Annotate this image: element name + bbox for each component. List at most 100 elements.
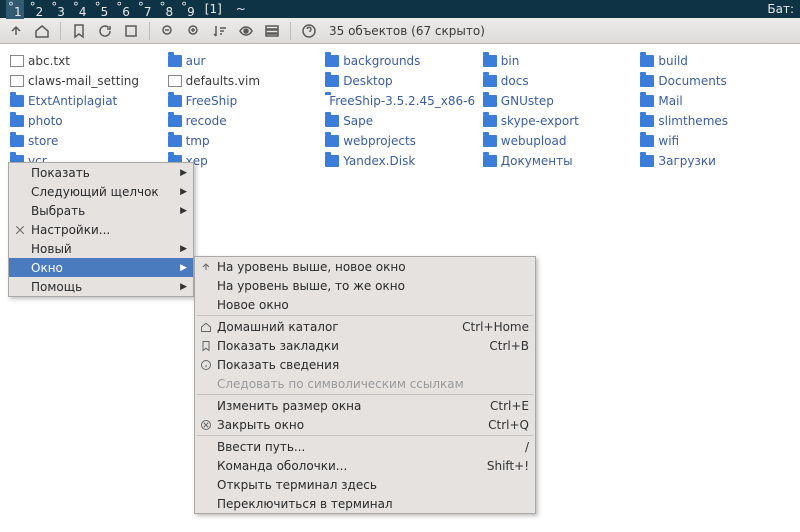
menu-shortcut: Ctrl+B bbox=[489, 339, 529, 353]
menu-item-label: Показать закладки bbox=[217, 339, 339, 353]
file-label: wifi bbox=[658, 134, 679, 148]
menu-item[interactable]: Помощь▶ bbox=[9, 277, 193, 296]
zoom-out-button[interactable] bbox=[158, 21, 178, 41]
file-grid[interactable]: abc.txt aur backgrounds bin build claws-mail_… bbox=[0, 44, 800, 178]
folder-icon bbox=[325, 115, 339, 127]
menu-item-label: Следовать по символическим ссылкам bbox=[217, 377, 464, 391]
reload-button[interactable] bbox=[95, 21, 115, 41]
menu-item[interactable]: Ввести путь.../ bbox=[195, 437, 535, 456]
menu-item[interactable]: Изменить размер окнаCtrl+E bbox=[195, 396, 535, 415]
folder-item[interactable]: store bbox=[10, 132, 160, 150]
menu-item[interactable]: Настройки... bbox=[9, 220, 193, 239]
folder-item[interactable]: aur bbox=[168, 52, 318, 70]
menu-item[interactable]: Показать закладки Ctrl+B bbox=[195, 336, 535, 355]
folder-item[interactable]: Yandex.Disk bbox=[325, 152, 475, 170]
zoom-fit-button[interactable] bbox=[121, 21, 141, 41]
folder-item[interactable]: slimthemes bbox=[640, 112, 790, 130]
folder-icon bbox=[483, 95, 497, 107]
folder-icon bbox=[10, 115, 24, 127]
file-label: store bbox=[28, 134, 58, 148]
submenu-arrow-icon: ▶ bbox=[180, 206, 187, 216]
file-label: Desktop bbox=[343, 74, 393, 88]
folder-icon bbox=[325, 55, 339, 67]
folder-item[interactable]: Desktop bbox=[325, 72, 475, 90]
workspace-5[interactable]: °5 bbox=[93, 0, 111, 19]
workspace-switcher[interactable]: °1°2°3°4°5°6°7°8°9 bbox=[6, 0, 197, 19]
file-item[interactable]: abc.txt bbox=[10, 52, 160, 70]
file-item[interactable]: claws-mail_setting bbox=[10, 72, 160, 90]
workspace-8[interactable]: °8 bbox=[157, 0, 175, 19]
workspace-7[interactable]: °7 bbox=[136, 0, 154, 19]
hidden-toggle-button[interactable] bbox=[236, 21, 256, 41]
menu-item[interactable]: Открыть терминал здесь bbox=[195, 475, 535, 494]
folder-item[interactable]: photo bbox=[10, 112, 160, 130]
folder-item[interactable]: backgrounds bbox=[325, 52, 475, 70]
folder-item[interactable]: Documents bbox=[640, 72, 790, 90]
submenu-arrow-icon: ▶ bbox=[180, 187, 187, 197]
folder-icon bbox=[168, 135, 182, 147]
context-submenu-window[interactable]: На уровень выше, новое окноНа уровень вы… bbox=[194, 256, 536, 514]
folder-item[interactable]: docs bbox=[483, 72, 633, 90]
help-button[interactable] bbox=[299, 21, 319, 41]
folder-item[interactable]: Загрузки bbox=[640, 152, 790, 170]
menu-item[interactable]: Домашний каталогCtrl+Home bbox=[195, 317, 535, 336]
folder-item[interactable]: GNUstep bbox=[483, 92, 633, 110]
workspace-1[interactable]: °1 bbox=[6, 0, 24, 19]
file-label: FreeShip-3.5.2.45_x86-64 bbox=[329, 94, 475, 108]
bookmark-button[interactable] bbox=[69, 21, 89, 41]
menu-item[interactable]: Закрыть окноCtrl+Q bbox=[195, 415, 535, 434]
menu-item[interactable]: На уровень выше, новое окно bbox=[195, 257, 535, 276]
zoom-in-button[interactable] bbox=[184, 21, 204, 41]
folder-icon bbox=[168, 95, 182, 107]
workspace-2[interactable]: °2 bbox=[28, 0, 46, 19]
menu-item[interactable]: Выбрать▶ bbox=[9, 201, 193, 220]
file-label: GNUstep bbox=[501, 94, 554, 108]
file-label: Documents bbox=[658, 74, 726, 88]
menu-item[interactable]: Новый▶ bbox=[9, 239, 193, 258]
menu-item-label: Изменить размер окна bbox=[217, 399, 361, 413]
menu-item-label: Показать bbox=[31, 166, 90, 180]
folder-item[interactable]: wifi bbox=[640, 132, 790, 150]
folder-icon bbox=[640, 115, 654, 127]
menu-item-label: Ввести путь... bbox=[217, 440, 305, 454]
menu-separator bbox=[197, 435, 533, 436]
workspace-4[interactable]: °4 bbox=[71, 0, 89, 19]
menu-item[interactable]: На уровень выше, то же окно bbox=[195, 276, 535, 295]
folder-item[interactable]: webprojects bbox=[325, 132, 475, 150]
file-label: Документы bbox=[501, 154, 573, 168]
workspace-9[interactable]: °9 bbox=[179, 0, 197, 19]
folder-item[interactable]: build bbox=[640, 52, 790, 70]
file-label: docs bbox=[501, 74, 529, 88]
menu-item[interactable]: Показать▶ bbox=[9, 163, 193, 182]
folder-item[interactable]: webupload bbox=[483, 132, 633, 150]
folder-item[interactable]: bin bbox=[483, 52, 633, 70]
menu-item[interactable]: Окно▶ bbox=[9, 258, 193, 277]
folder-item[interactable]: EtxtAntiplagiat bbox=[10, 92, 160, 110]
folder-item[interactable]: Sape bbox=[325, 112, 475, 130]
sort-button[interactable] bbox=[210, 21, 230, 41]
folder-item[interactable]: Mail bbox=[640, 92, 790, 110]
file-item[interactable]: defaults.vim bbox=[168, 72, 318, 90]
menu-item[interactable]: Переключиться в терминал bbox=[195, 494, 535, 513]
folder-item[interactable]: recode bbox=[168, 112, 318, 130]
menu-item[interactable]: Команда оболочки...Shift+! bbox=[195, 456, 535, 475]
folder-item[interactable]: skype-export bbox=[483, 112, 633, 130]
context-menu[interactable]: Показать▶Следующий щелчок▶Выбрать▶Настро… bbox=[8, 162, 194, 297]
file-label: recode bbox=[186, 114, 227, 128]
file-icon bbox=[10, 75, 24, 87]
select-button[interactable] bbox=[262, 21, 282, 41]
up-button[interactable] bbox=[6, 21, 26, 41]
menu-item[interactable]: Новое окно bbox=[195, 295, 535, 314]
submenu-arrow-icon: ▶ bbox=[180, 282, 187, 292]
workspace-3[interactable]: °3 bbox=[49, 0, 67, 19]
folder-item[interactable]: Документы bbox=[483, 152, 633, 170]
home-button[interactable] bbox=[32, 21, 52, 41]
folder-item[interactable]: FreeShip-3.5.2.45_x86-64 bbox=[325, 92, 475, 110]
menu-item[interactable]: Следующий щелчок▶ bbox=[9, 182, 193, 201]
menu-item[interactable]: Показать сведения bbox=[195, 355, 535, 374]
folder-item[interactable]: FreeShip bbox=[168, 92, 318, 110]
menu-item-label: Показать сведения bbox=[217, 358, 339, 372]
workspace-6[interactable]: °6 bbox=[114, 0, 132, 19]
folder-item[interactable]: tmp bbox=[168, 132, 318, 150]
folder-icon bbox=[640, 135, 654, 147]
